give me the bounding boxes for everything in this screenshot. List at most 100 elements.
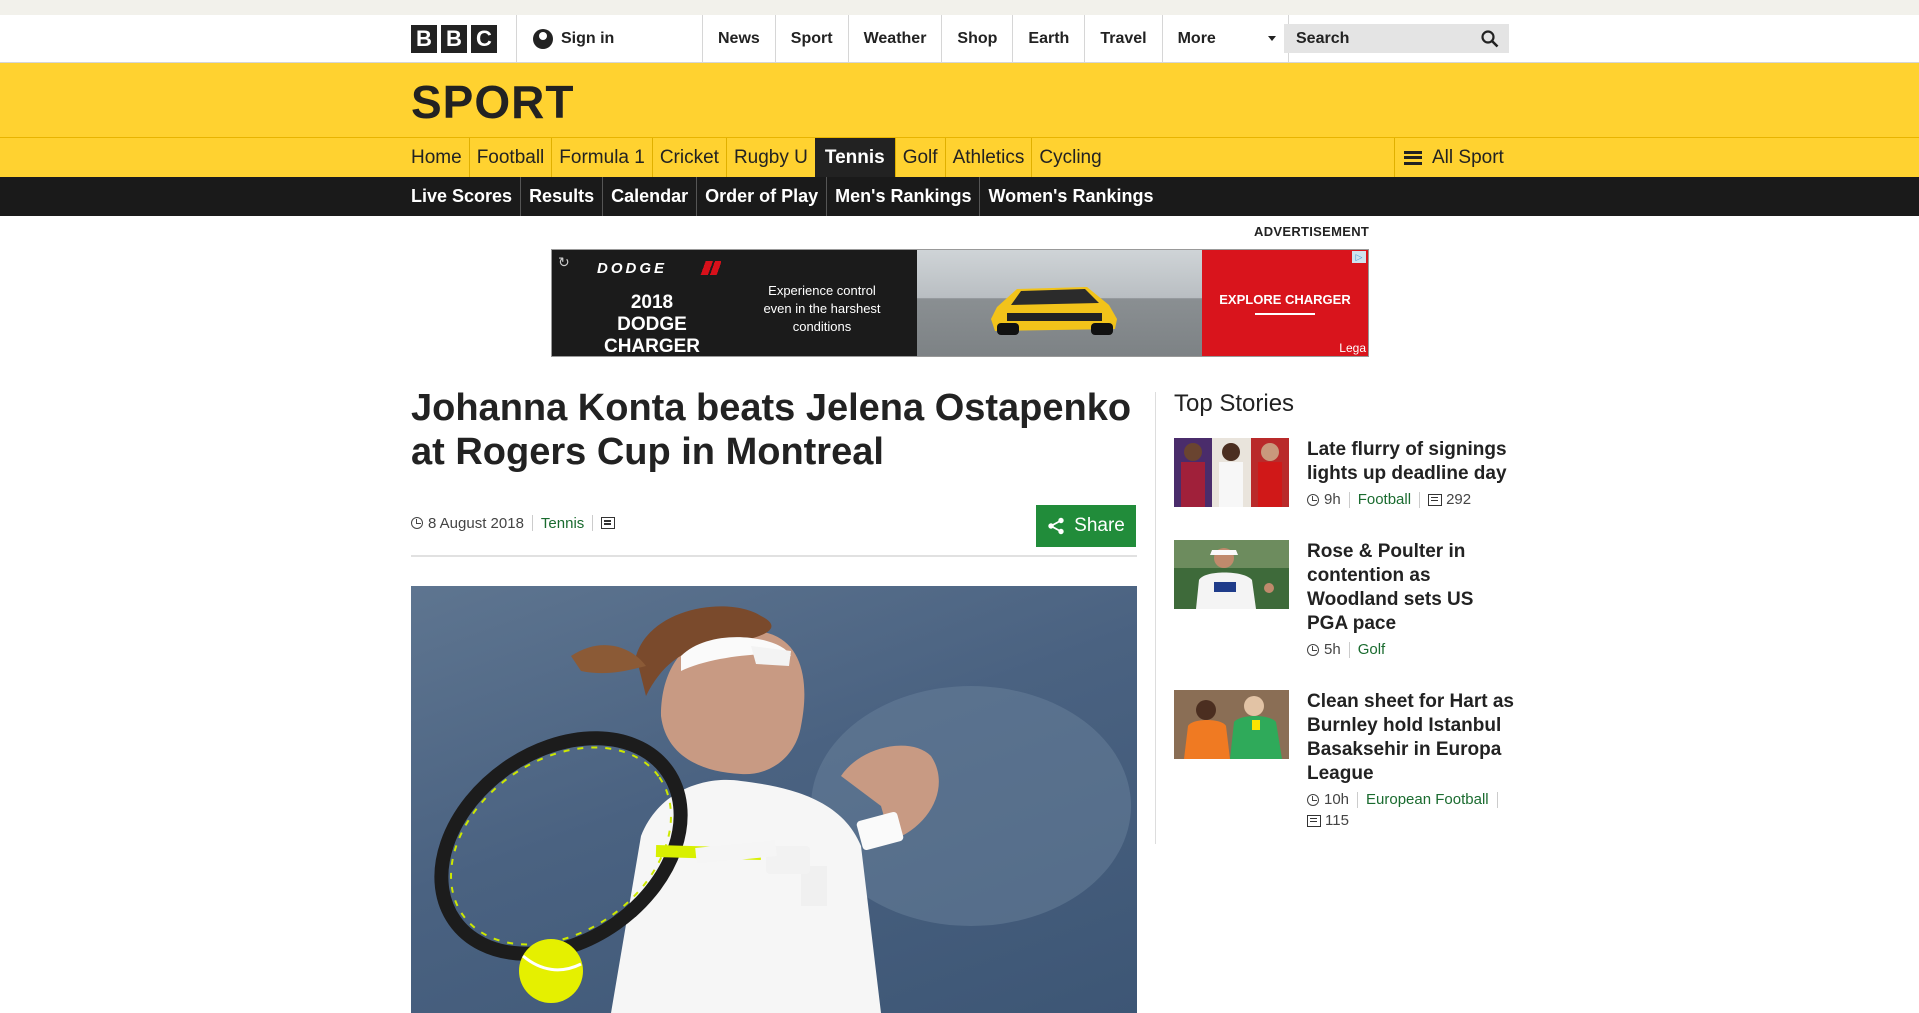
divider	[1348, 641, 1350, 658]
divider	[1255, 312, 1315, 315]
ad-model: 2018 DODGE CHARGER	[603, 292, 701, 357]
advertisement-label: ADVERTISEMENT	[1254, 224, 1370, 239]
story-time: 10h	[1324, 791, 1350, 808]
divider	[531, 515, 533, 531]
comment-count: 115	[1325, 812, 1349, 829]
share-button[interactable]: Share	[1036, 505, 1136, 547]
sport-nav-rugby-union[interactable]: Rugby U	[725, 138, 815, 177]
story-meta: 9h Football 292	[1307, 491, 1514, 508]
comments-icon	[1428, 493, 1443, 506]
story-time: 9h	[1324, 491, 1341, 508]
subnav-results[interactable]: Results	[520, 177, 602, 216]
divider	[1348, 491, 1350, 508]
divider	[411, 555, 1137, 557]
search-input[interactable]	[1294, 28, 1468, 49]
story-title[interactable]: Late flurry of signings lights up deadli…	[1307, 439, 1507, 484]
refresh-icon: ↻	[558, 254, 570, 270]
top-stories-title: Top Stories	[1174, 390, 1295, 417]
clock-icon	[1307, 493, 1319, 506]
user-icon	[533, 28, 553, 49]
ad-banner[interactable]: ↻ DODGE 2018 DODGE CHARGER Experience co…	[551, 249, 1369, 357]
divider	[1419, 491, 1421, 508]
story-comments[interactable]: 115	[1307, 812, 1349, 829]
clock-icon	[1307, 643, 1319, 656]
story-section-link[interactable]: Golf	[1358, 641, 1386, 658]
share-icon	[1048, 517, 1064, 535]
tennis-player-photo	[434, 606, 1131, 1013]
search-box	[1284, 24, 1509, 53]
divider	[592, 515, 594, 531]
story-meta: 5h Golf	[1307, 641, 1514, 658]
comments-icon	[1307, 814, 1321, 827]
article-date: 8 August 2018	[428, 514, 524, 532]
sport-header: SPORT Home Football Formula 1 Cricket Ru…	[0, 63, 1919, 177]
share-label: Share	[1074, 515, 1125, 536]
story-time: 5h	[1324, 641, 1341, 658]
story-thumbnail[interactable]	[1174, 438, 1289, 507]
story-comments[interactable]: 292	[1428, 491, 1471, 508]
search-icon[interactable]	[1481, 29, 1499, 48]
sport-nav-golf[interactable]: Golf	[894, 138, 945, 177]
global-nav-travel[interactable]: Travel	[1084, 15, 1161, 62]
divider	[516, 15, 517, 62]
global-nav-shop[interactable]: Shop	[941, 15, 1012, 62]
story-section-link[interactable]: Football	[1358, 491, 1411, 508]
sport-nav-football[interactable]: Football	[468, 138, 552, 177]
sport-nav: Home Football Formula 1 Cricket Rugby U …	[411, 138, 1109, 177]
sport-title[interactable]: SPORT	[411, 75, 574, 129]
ad-cta-label: EXPLORE CHARGER	[1219, 291, 1351, 307]
football-players-thumbnail	[1174, 438, 1289, 507]
global-header: B B C Sign in News Sport Weather Shop Ea…	[0, 15, 1919, 63]
sport-nav-formula-1[interactable]: Formula 1	[551, 138, 652, 177]
divider	[1496, 791, 1498, 808]
comment-count: 292	[1446, 491, 1472, 508]
all-sport-menu[interactable]: All Sport	[1394, 138, 1510, 177]
subnav-order-of-play[interactable]: Order of Play	[696, 177, 826, 216]
story-thumbnail[interactable]	[1174, 690, 1289, 759]
ad-legal: Lega	[1339, 341, 1366, 355]
sport-nav-tennis[interactable]: Tennis	[814, 138, 895, 177]
hero-photo	[411, 586, 1137, 1013]
ad-brand: DODGE	[597, 260, 668, 277]
story-title[interactable]: Clean sheet for Hart as Burnley hold Ist…	[1307, 691, 1514, 784]
subnav-live-scores[interactable]: Live Scores	[411, 177, 520, 216]
article-meta: 8 August 2018 Tennis	[411, 512, 616, 534]
global-nav-earth[interactable]: Earth	[1012, 15, 1084, 62]
subnav-calendar[interactable]: Calendar	[602, 177, 696, 216]
browser-top-strip	[0, 0, 1919, 15]
article-section-link[interactable]: Tennis	[541, 515, 584, 532]
chevron-down-icon	[1267, 36, 1276, 41]
global-nav-more[interactable]: More	[1161, 15, 1289, 62]
clock-icon	[411, 517, 423, 529]
hamburger-icon	[1404, 150, 1422, 165]
global-nav: News Sport Weather Shop Earth Travel Mor…	[702, 15, 1289, 62]
divider	[1155, 392, 1156, 844]
sign-in-label: Sign in	[561, 29, 615, 47]
story-section-link[interactable]: European Football	[1366, 791, 1489, 808]
global-nav-weather[interactable]: Weather	[847, 15, 942, 62]
logo-letter: B	[411, 25, 437, 53]
sport-nav-cricket[interactable]: Cricket	[651, 138, 726, 177]
bbc-logo[interactable]: B B C	[411, 25, 497, 53]
sport-nav-athletics[interactable]: Athletics	[944, 138, 1032, 177]
global-nav-news[interactable]: News	[702, 15, 775, 62]
clock-icon	[1307, 793, 1319, 806]
more-label: More	[1177, 29, 1216, 47]
subnav-mens-rankings[interactable]: Men's Rankings	[826, 177, 979, 216]
story-title[interactable]: Rose & Poulter in contention as Woodland…	[1307, 541, 1473, 634]
story-meta: 10h European Football 115	[1307, 791, 1514, 829]
story-thumbnail[interactable]	[1174, 540, 1289, 609]
ad-car-image	[917, 250, 1202, 356]
logo-letter: C	[471, 25, 497, 53]
global-nav-sport[interactable]: Sport	[774, 15, 848, 62]
europa-league-thumbnail	[1174, 690, 1289, 759]
article-headline: Johanna Konta beats Jelena Ostapenko at …	[411, 387, 1132, 473]
sport-nav-cycling[interactable]: Cycling	[1031, 138, 1108, 177]
comments-icon[interactable]	[601, 517, 616, 529]
ad-text-panel: ↻ DODGE 2018 DODGE CHARGER Experience co…	[552, 250, 917, 356]
sport-nav-home[interactable]: Home	[411, 138, 469, 177]
sign-in-link[interactable]: Sign in	[533, 15, 614, 62]
subnav-womens-rankings[interactable]: Women's Rankings	[979, 177, 1161, 216]
all-sport-label: All Sport	[1432, 146, 1504, 168]
tennis-subnav: Live Scores Results Calendar Order of Pl…	[0, 177, 1919, 216]
